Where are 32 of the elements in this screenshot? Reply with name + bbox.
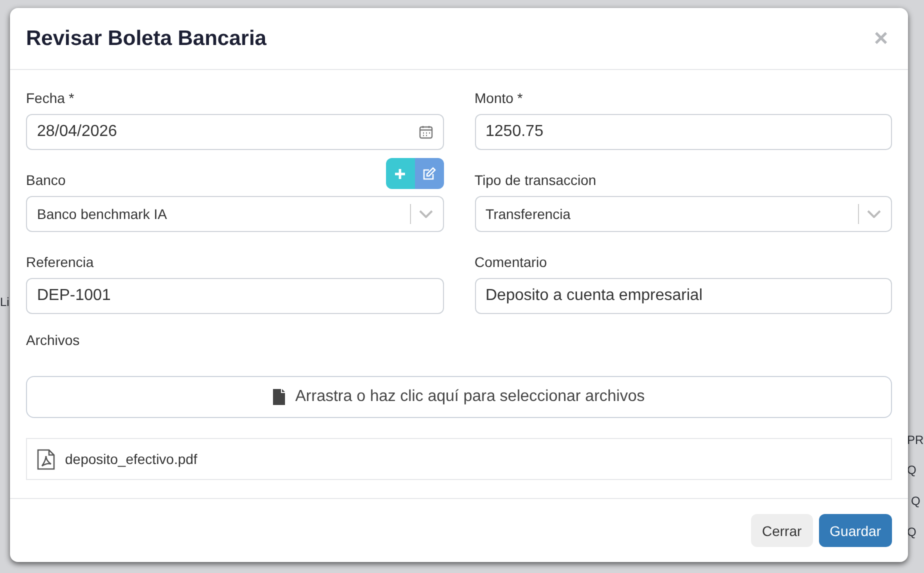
edit-icon [422, 167, 436, 180]
file-dropzone[interactable]: Arrastra o haz clic aquí para seleccionar archivos [26, 376, 892, 418]
input-field[interactable]: Deposito a cuenta empresarial [474, 278, 892, 314]
field-label: Tipo de transaccion [474, 172, 596, 190]
file-icon [273, 389, 286, 405]
background-text: Q [907, 525, 916, 539]
background-text: Li [0, 295, 10, 309]
input-field[interactable]: DEP-1001 [26, 278, 444, 314]
dialog-title: Revisar Boleta Bancaria [26, 26, 266, 50]
input-field[interactable]: 1250.75 [474, 114, 892, 150]
field-label: Referencia [26, 254, 94, 272]
field-label: Archivos [26, 332, 81, 350]
plus-icon [395, 168, 405, 178]
chevron-down-icon[interactable] [867, 210, 881, 218]
field-label: Fecha * [26, 90, 74, 108]
field-label: Comentario [474, 254, 547, 272]
select-field[interactable]: Transferencia [474, 196, 892, 232]
field-label: Monto * [474, 90, 523, 108]
background-text: Q [907, 463, 916, 477]
edit-button[interactable] [414, 158, 444, 189]
select-field[interactable]: Banco benchmark IA [26, 196, 444, 232]
pdf-file-icon [37, 448, 55, 470]
chevron-down-icon[interactable] [418, 210, 432, 218]
field-label: Banco [26, 172, 66, 190]
background-text: PR [907, 433, 924, 447]
calendar-icon[interactable] [418, 125, 432, 139]
file-name[interactable]: deposito_efectivo.pdf [65, 451, 198, 467]
background-text: Q [911, 494, 920, 508]
add-button[interactable] [386, 158, 414, 189]
cancel-button[interactable]: Cerrar [750, 514, 813, 547]
save-button[interactable]: Guardar [818, 514, 892, 547]
date-field[interactable]: 28/04/2026 [26, 114, 444, 150]
